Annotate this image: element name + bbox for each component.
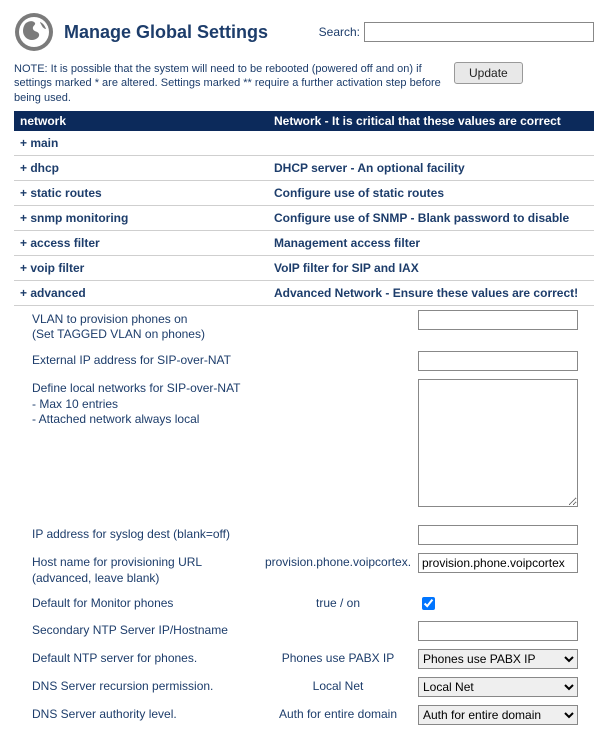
category-header-left: network [14,111,268,131]
section-label: + voip filter [14,256,268,280]
section-desc [268,131,594,155]
dns-authority-select[interactable]: Auth for entire domain [418,705,578,725]
section-desc: VoIP filter for SIP and IAX [268,256,594,280]
setting-dns-authority: DNS Server authority level. Auth for ent… [14,701,594,729]
sec-ntp-input[interactable] [418,621,578,641]
section-label: + access filter [14,231,268,255]
ext-ip-input[interactable] [418,351,578,371]
section-main[interactable]: + main [14,131,594,156]
prov-host-input[interactable] [418,553,578,573]
note-row: NOTE: It is possible that the system wil… [14,62,594,105]
setting-label: Default NTP server for phones. [32,649,258,667]
note-text: NOTE: It is possible that the system wil… [14,62,444,105]
setting-hint [258,621,418,623]
setting-dns-recursion: DNS Server recursion permission. Local N… [14,673,594,701]
section-desc: Management access filter [268,231,594,255]
setting-label: Secondary NTP Server IP/Hostname [32,621,258,639]
update-button[interactable]: Update [454,62,523,84]
vlan-input[interactable] [418,310,578,330]
section-label: + advanced [14,281,268,305]
section-desc: DHCP server - An optional facility [268,156,594,180]
setting-sec-ntp: Secondary NTP Server IP/Hostname [14,617,594,645]
section-desc: Advanced Network - Ensure these values a… [268,281,594,305]
setting-localnets: Define local networks for SIP-over-NAT- … [14,375,594,511]
section-snmp[interactable]: + snmp monitoring Configure use of SNMP … [14,206,594,231]
setting-monitor-default: Default for Monitor phones true / on [14,590,594,617]
def-ntp-select[interactable]: Phones use PABX IP [418,649,578,669]
setting-hint [258,525,418,527]
setting-label: Default for Monitor phones [32,594,258,612]
section-label: + main [14,131,268,155]
setting-hint: Phones use PABX IP [258,649,418,667]
search-input[interactable] [364,22,594,42]
setting-vlan: VLAN to provision phones on(Set TAGGED V… [14,306,594,347]
setting-prov-host: Host name for provisioning URL(advanced,… [14,549,594,590]
section-static-routes[interactable]: + static routes Configure use of static … [14,181,594,206]
setting-hint: Local Net [258,677,418,695]
setting-label: DNS Server recursion permission. [32,677,258,695]
setting-hint [258,351,418,353]
search-wrap: Search: [319,22,594,42]
section-label: + static routes [14,181,268,205]
section-desc: Configure use of static routes [268,181,594,205]
page-title: Manage Global Settings [64,22,319,43]
section-access-filter[interactable]: + access filter Management access filter [14,231,594,256]
setting-syslog: IP address for syslog dest (blank=off) [14,521,594,549]
category-header-right: Network - It is critical that these valu… [268,111,594,131]
setting-label: Host name for provisioning URL(advanced,… [32,553,258,586]
syslog-input[interactable] [418,525,578,545]
section-dhcp[interactable]: + dhcp DHCP server - An optional facilit… [14,156,594,181]
setting-label: Define local networks for SIP-over-NAT- … [32,379,258,428]
localnets-textarea[interactable] [418,379,578,507]
setting-hint [258,379,418,381]
setting-label: External IP address for SIP-over-NAT [32,351,258,369]
page-header: Manage Global Settings Search: [14,12,594,52]
setting-def-ntp: Default NTP server for phones. Phones us… [14,645,594,673]
setting-label: VLAN to provision phones on(Set TAGGED V… [32,310,258,343]
search-label: Search: [319,25,360,39]
setting-label: IP address for syslog dest (blank=off) [32,525,258,543]
section-label: + snmp monitoring [14,206,268,230]
setting-hint [258,310,418,312]
setting-hint: provision.phone.voipcortex. [258,553,418,571]
section-desc: Configure use of SNMP - Blank password t… [268,206,594,230]
section-advanced[interactable]: + advanced Advanced Network - Ensure the… [14,281,594,306]
globe-icon [14,12,54,52]
setting-hint: true / on [258,594,418,612]
dns-recursion-select[interactable]: Local Net [418,677,578,697]
section-label: + dhcp [14,156,268,180]
setting-ext-ip: External IP address for SIP-over-NAT [14,347,594,375]
section-voip-filter[interactable]: + voip filter VoIP filter for SIP and IA… [14,256,594,281]
monitor-default-checkbox[interactable] [422,597,435,610]
category-header: network Network - It is critical that th… [14,111,594,131]
